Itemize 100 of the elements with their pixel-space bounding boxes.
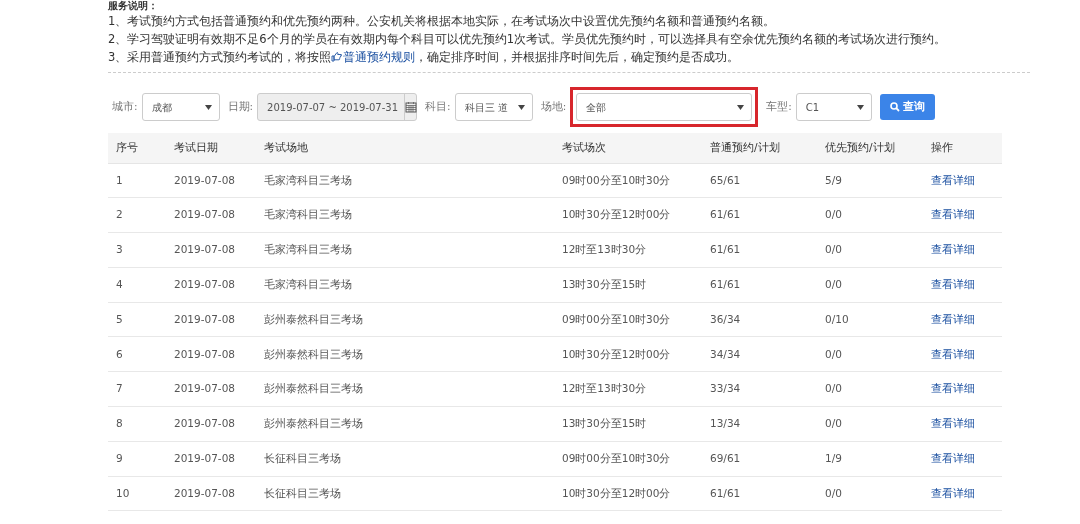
table-cell: 毛家湾科目三考场 <box>256 232 554 268</box>
column-header: 序号 <box>108 133 166 163</box>
table-cell: 5 <box>108 302 166 337</box>
table-cell: 0/0 <box>817 232 923 268</box>
note-sentence: 1、考试预约方式包括普通预约和优先预约两种。公安机关将根据本地实际，在考试场次中设置优先预约名额和普通预约名额。 <box>108 13 777 30</box>
table-cell: 5/9 <box>817 163 923 198</box>
table-cell: 13时30分至15时 <box>554 267 702 303</box>
table-cell: 1/9 <box>817 441 923 477</box>
details-link[interactable]: 查看详细 <box>931 451 975 464</box>
details-link[interactable]: 查看详细 <box>931 208 975 221</box>
filter-label: 车型: <box>766 99 792 115</box>
table-cell: 13/34 <box>702 406 817 442</box>
table-cell: 34/34 <box>702 337 817 372</box>
table-cell: 61/61 <box>702 267 817 303</box>
column-header: 考试日期 <box>166 133 256 163</box>
table-cell: 10时30分至12时00分 <box>554 337 702 372</box>
dropdown-select[interactable]: 成都 <box>141 93 220 121</box>
table-cell: 10时30分至12时00分 <box>554 197 702 233</box>
table-cell: 2019-07-08 <box>166 337 256 372</box>
table-cell: 毛家湾科目三考场 <box>256 267 554 303</box>
table-cell: 3 <box>108 232 166 268</box>
table-cell: 0/0 <box>817 406 923 442</box>
filter-label: 科目: <box>425 99 451 115</box>
note-sentence: 3、采用普通预约方式预约考试的，将按照 普通预约规则，确定排序时间，并根据排序时间先后，确定预约是否成功。 <box>108 49 741 66</box>
table-cell: 0/0 <box>817 197 923 233</box>
notes-title: 服务说明： <box>108 0 159 12</box>
details-link[interactable]: 查看详细 <box>931 382 975 395</box>
table-cell: 长征科目三考场 <box>256 441 554 477</box>
table-cell: 36/34 <box>702 302 817 337</box>
caret-icon <box>517 105 525 110</box>
table-cell: 2019-07-08 <box>166 302 256 337</box>
table-cell: 61/61 <box>702 232 817 268</box>
caret-icon <box>204 105 212 110</box>
table-cell: 8 <box>108 406 166 442</box>
caret-icon <box>856 105 864 110</box>
column-header: 普通预约/计划 <box>702 133 817 163</box>
table-cell: 61/61 <box>702 197 817 233</box>
table-cell: 2019-07-08 <box>166 441 256 477</box>
table-cell: 0/0 <box>817 371 923 407</box>
table-cell: 12时至13时30分 <box>554 371 702 407</box>
table-cell: 0/0 <box>817 267 923 303</box>
filter-label: 场地: <box>540 99 567 115</box>
caret-icon <box>737 105 745 110</box>
table-cell: 4 <box>108 267 166 303</box>
table-cell: 1 <box>108 163 166 198</box>
table-cell: 65/61 <box>702 163 817 198</box>
table-cell: 9 <box>108 441 166 477</box>
details-link[interactable]: 查看详细 <box>931 347 975 360</box>
note-sentence: 2、学习驾驶证明有效期不足6个月的学员在有效期内每个科目可以优先预约1次考试。学员优先预约时，可以选择具有空余优先预约名额的考试场次进行预约。 <box>108 31 947 48</box>
column-header: 考试场地 <box>256 133 554 163</box>
hand-pointer-icon <box>331 52 343 62</box>
table-cell: 毛家湾科目三考场 <box>256 163 554 198</box>
column-header: 考试场次 <box>554 133 702 163</box>
table-cell: 2019-07-08 <box>166 476 256 511</box>
search-button[interactable]: 查询 <box>879 94 935 120</box>
table-cell: 2019-07-08 <box>166 267 256 303</box>
table-cell: 2019-07-08 <box>166 406 256 442</box>
table-cell: 10时30分至12时00分 <box>554 476 702 511</box>
table-cell: 2019-07-08 <box>166 232 256 268</box>
table-cell: 69/61 <box>702 441 817 477</box>
table-cell: 2019-07-08 <box>166 163 256 198</box>
table-cell: 61/61 <box>702 476 817 511</box>
table-cell: 13时30分至15时 <box>554 406 702 442</box>
rule-link[interactable]: 普通预约规则 <box>331 50 416 64</box>
table-cell: 09时00分至10时30分 <box>554 163 702 198</box>
table-cell: 12时至13时30分 <box>554 232 702 268</box>
details-link[interactable]: 查看详细 <box>931 486 975 499</box>
column-header: 优先预约/计划 <box>817 133 923 163</box>
table-cell: 2 <box>108 197 166 233</box>
table-cell: 彭州泰然科目三考场 <box>256 406 554 442</box>
search-icon <box>889 102 900 112</box>
filter-label: 日期: <box>227 99 254 115</box>
details-link[interactable]: 查看详细 <box>931 173 975 186</box>
table-cell: 09时00分至10时30分 <box>554 441 702 477</box>
dropdown-select[interactable]: 全部 <box>576 93 753 121</box>
details-link[interactable]: 查看详细 <box>931 243 975 256</box>
details-link[interactable]: 查看详细 <box>931 277 975 290</box>
table-cell: 彭州泰然科目三考场 <box>256 302 554 337</box>
column-header: 操作 <box>923 133 1002 163</box>
table-cell: 彭州泰然科目三考场 <box>256 371 554 407</box>
table-cell: 0/0 <box>817 476 923 511</box>
calendar-icon <box>405 101 418 113</box>
table-cell: 彭州泰然科目三考场 <box>256 337 554 372</box>
table-cell: 09时00分至10时30分 <box>554 302 702 337</box>
table-cell: 33/34 <box>702 371 817 407</box>
dropdown-select[interactable]: C1 <box>795 93 872 121</box>
filter-label: 城市: <box>112 99 138 115</box>
table-cell: 6 <box>108 337 166 372</box>
table-cell: 0/0 <box>817 337 923 372</box>
table-cell: 0/10 <box>817 302 923 337</box>
details-link[interactable]: 查看详细 <box>931 312 975 325</box>
table-cell: 2019-07-08 <box>166 197 256 233</box>
table-cell: 长征科目三考场 <box>256 476 554 511</box>
table-cell: 毛家湾科目三考场 <box>256 197 554 233</box>
table-cell: 10 <box>108 476 166 511</box>
table-cell: 7 <box>108 371 166 407</box>
dropdown-select[interactable]: 科目三 道 <box>454 93 533 121</box>
table-cell: 2019-07-08 <box>166 371 256 407</box>
details-link[interactable]: 查看详细 <box>931 417 975 430</box>
date-range-field[interactable]: 2019-07-07 ~ 2019-07-31 <box>257 93 418 121</box>
